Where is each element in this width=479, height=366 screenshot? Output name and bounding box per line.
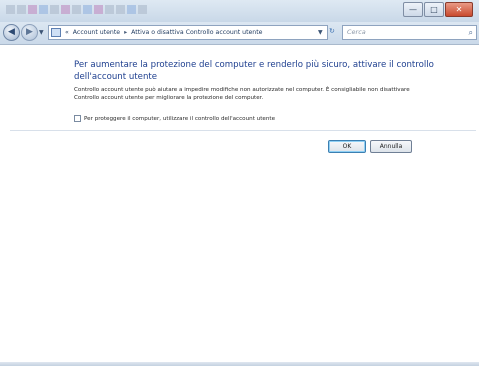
refresh-icon[interactable]: ↻ [329, 27, 335, 35]
search-input[interactable]: Cerca ⌕ [342, 25, 477, 40]
address-overflow[interactable]: « [65, 29, 69, 36]
forward-icon: ▶ [26, 27, 33, 37]
divider [10, 130, 476, 131]
search-placeholder: Cerca [347, 28, 366, 36]
breadcrumb-separator[interactable]: ▸ [124, 29, 127, 36]
close-button[interactable]: ✕ [445, 2, 473, 17]
address-toolbar: ◀ ▶ ▼ « Account utente ▸ Attiva o disatt… [0, 22, 479, 45]
control-panel-window: — □ ✕ ◀ ▶ ▼ « Account utente ▸ Attiva o … [0, 0, 479, 366]
caption-buttons: — □ ✕ [403, 2, 473, 17]
forward-button[interactable]: ▶ [21, 24, 38, 41]
control-panel-icon [51, 28, 61, 37]
recent-pages-chevron-icon[interactable]: ▼ [39, 29, 44, 36]
uac-description: Controllo account utente può aiutare a i… [74, 87, 410, 101]
page-title: Per aumentare la protezione del computer… [74, 60, 434, 82]
address-dropdown-chevron-icon[interactable]: ▼ [318, 29, 323, 36]
back-button[interactable]: ◀ [3, 24, 20, 41]
uac-checkbox[interactable] [74, 115, 81, 122]
title-bar: — □ ✕ [0, 0, 479, 22]
uac-checkbox-label[interactable]: Per proteggere il computer, utilizzare i… [84, 116, 275, 122]
ok-button[interactable]: OK [328, 140, 366, 153]
back-icon: ◀ [8, 27, 15, 37]
breadcrumb-account-utente[interactable]: Account utente [73, 29, 120, 36]
cancel-button[interactable]: Annulla [370, 140, 412, 153]
address-bar[interactable]: « Account utente ▸ Attiva o disattiva Co… [48, 25, 328, 40]
minimize-button[interactable]: — [403, 2, 423, 17]
maximize-button[interactable]: □ [424, 2, 444, 17]
title-bar-blur [6, 5, 147, 17]
uac-checkbox-row[interactable]: Per proteggere il computer, utilizzare i… [74, 115, 275, 122]
window-bottom-edge [0, 362, 479, 366]
search-icon[interactable]: ⌕ [469, 26, 473, 39]
breadcrumb-current-page[interactable]: Attiva o disattiva Controllo account ute… [131, 29, 262, 36]
content-pane: Per aumentare la protezione del computer… [10, 45, 476, 363]
